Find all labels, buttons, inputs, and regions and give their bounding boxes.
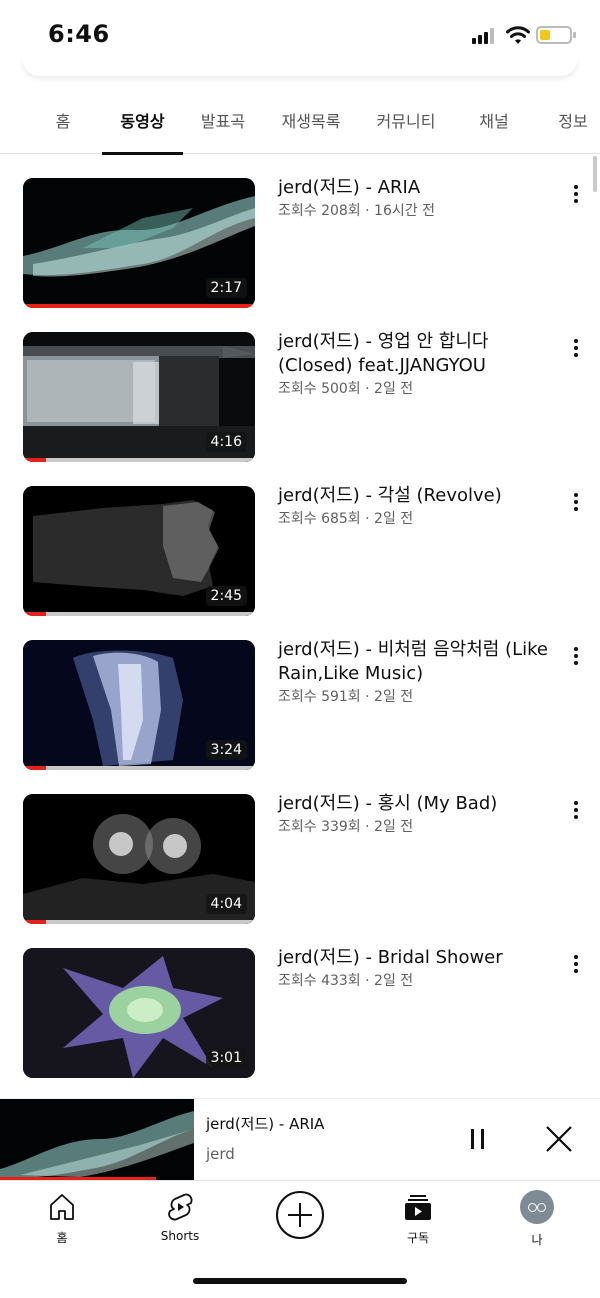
status-time: 6:46 [48, 20, 110, 48]
nav-subscriptions-label: 구독 [406, 1231, 430, 1245]
video-thumbnail[interactable]: 4:04 [23, 794, 255, 924]
wifi-icon [506, 26, 530, 44]
pause-icon[interactable] [466, 1127, 490, 1151]
video-thumbnail[interactable]: 4:16 [23, 332, 255, 462]
watch-progress-fill [23, 766, 47, 770]
video-title[interactable]: jerd(저드) - 홍시 (My Bad) [278, 792, 548, 816]
subscriptions-icon [405, 1195, 431, 1220]
video-item[interactable]: 3:24 jerd(저드) - 비처럼 음악처럼 (Like Rain,Like… [0, 638, 600, 772]
video-item[interactable]: 2:17 jerd(저드) - ARIA 조회수 208회 · 16시간 전 [0, 176, 600, 310]
tab-playlists[interactable]: 재생목록 [276, 96, 346, 154]
more-options-icon[interactable] [566, 798, 586, 822]
battery-icon [536, 26, 576, 44]
watch-progress-fill [23, 458, 47, 462]
home-icon [50, 1194, 74, 1220]
mini-player[interactable]: jerd(저드) - ARIA jerd [0, 1098, 600, 1181]
close-icon[interactable] [543, 1123, 575, 1155]
shorts-icon [168, 1193, 193, 1221]
video-meta: 조회수 339회 · 2일 전 [278, 819, 414, 835]
video-meta: 조회수 208회 · 16시간 전 [278, 203, 435, 219]
video-duration: 4:04 [205, 894, 247, 914]
tab-releases[interactable]: 발표곡 [196, 96, 250, 154]
watch-progress [23, 304, 255, 308]
avatar [520, 1190, 554, 1224]
watch-progress-fill [23, 304, 255, 308]
video-item[interactable]: 2:45 jerd(저드) - 각설 (Revolve) 조회수 685회 · … [0, 484, 600, 618]
more-options-icon[interactable] [566, 490, 586, 514]
tab-videos[interactable]: 동영상 [102, 96, 183, 155]
home-indicator[interactable] [193, 1278, 407, 1284]
more-options-icon[interactable] [566, 182, 586, 206]
tab-home[interactable]: 홈 [48, 96, 78, 154]
mini-player-channel: jerd [206, 1145, 235, 1163]
video-meta: 조회수 500회 · 2일 전 [278, 381, 414, 397]
video-thumbnail[interactable]: 3:01 [23, 948, 255, 1078]
nav-me[interactable]: 나 [497, 1190, 577, 1248]
watch-progress [23, 920, 255, 924]
video-title[interactable]: jerd(저드) - Bridal Shower [278, 946, 548, 970]
video-duration: 2:45 [205, 586, 247, 606]
more-options-icon[interactable] [566, 336, 586, 360]
video-title[interactable]: jerd(저드) - 비처럼 음악처럼 (Like Rain,Like Musi… [278, 638, 548, 686]
video-meta: 조회수 433회 · 2일 전 [278, 973, 414, 989]
nav-shorts[interactable]: Shorts [140, 1191, 220, 1243]
search-bar-edge [22, 58, 578, 76]
mini-player-thumbnail[interactable] [0, 1099, 194, 1181]
video-duration: 3:24 [205, 740, 247, 760]
channel-tabs: 홈 동영상 발표곡 재생목록 커뮤니티 채널 정보 [0, 96, 600, 155]
video-meta: 조회수 591회 · 2일 전 [278, 689, 414, 705]
video-duration: 3:01 [205, 1048, 247, 1068]
watch-progress-fill [23, 920, 47, 924]
video-thumbnail[interactable]: 2:45 [23, 486, 255, 616]
video-duration: 2:17 [205, 278, 247, 298]
nav-me-label: 나 [531, 1233, 543, 1247]
mini-player-title[interactable]: jerd(저드) - ARIA [206, 1113, 324, 1134]
watch-progress [23, 612, 255, 616]
video-thumbnail[interactable]: 3:24 [23, 640, 255, 770]
create-button[interactable] [276, 1191, 324, 1239]
video-meta: 조회수 685회 · 2일 전 [278, 511, 414, 527]
watch-progress-fill [23, 612, 47, 616]
nav-subscriptions[interactable]: 구독 [378, 1191, 458, 1246]
cellular-signal-icon [472, 28, 496, 44]
tab-about[interactable]: 정보 [553, 96, 593, 154]
video-title[interactable]: jerd(저드) - 각설 (Revolve) [278, 484, 548, 508]
nav-home-label: 홈 [56, 1231, 68, 1245]
video-title[interactable]: jerd(저드) - 영업 안 합니다 (Closed) feat.JJANGY… [278, 330, 548, 378]
nav-home[interactable]: 홈 [22, 1191, 102, 1246]
video-title[interactable]: jerd(저드) - ARIA [278, 176, 548, 200]
more-options-icon[interactable] [566, 644, 586, 668]
video-duration: 4:16 [205, 432, 247, 452]
video-item[interactable]: 4:16 jerd(저드) - 영업 안 합니다 (Closed) feat.J… [0, 330, 600, 464]
tab-community[interactable]: 커뮤니티 [371, 96, 441, 154]
watch-progress [23, 766, 255, 770]
video-item[interactable]: 4:04 jerd(저드) - 홍시 (My Bad) 조회수 339회 · 2… [0, 792, 600, 926]
more-options-icon[interactable] [566, 952, 586, 976]
nav-shorts-label: Shorts [160, 1229, 200, 1243]
video-item[interactable]: 3:01 jerd(저드) - Bridal Shower 조회수 433회 ·… [0, 946, 600, 1080]
video-thumbnail[interactable]: 2:17 [23, 178, 255, 308]
watch-progress [23, 458, 255, 462]
thumbnail-image [0, 1099, 194, 1181]
tab-channels[interactable]: 채널 [474, 96, 514, 154]
